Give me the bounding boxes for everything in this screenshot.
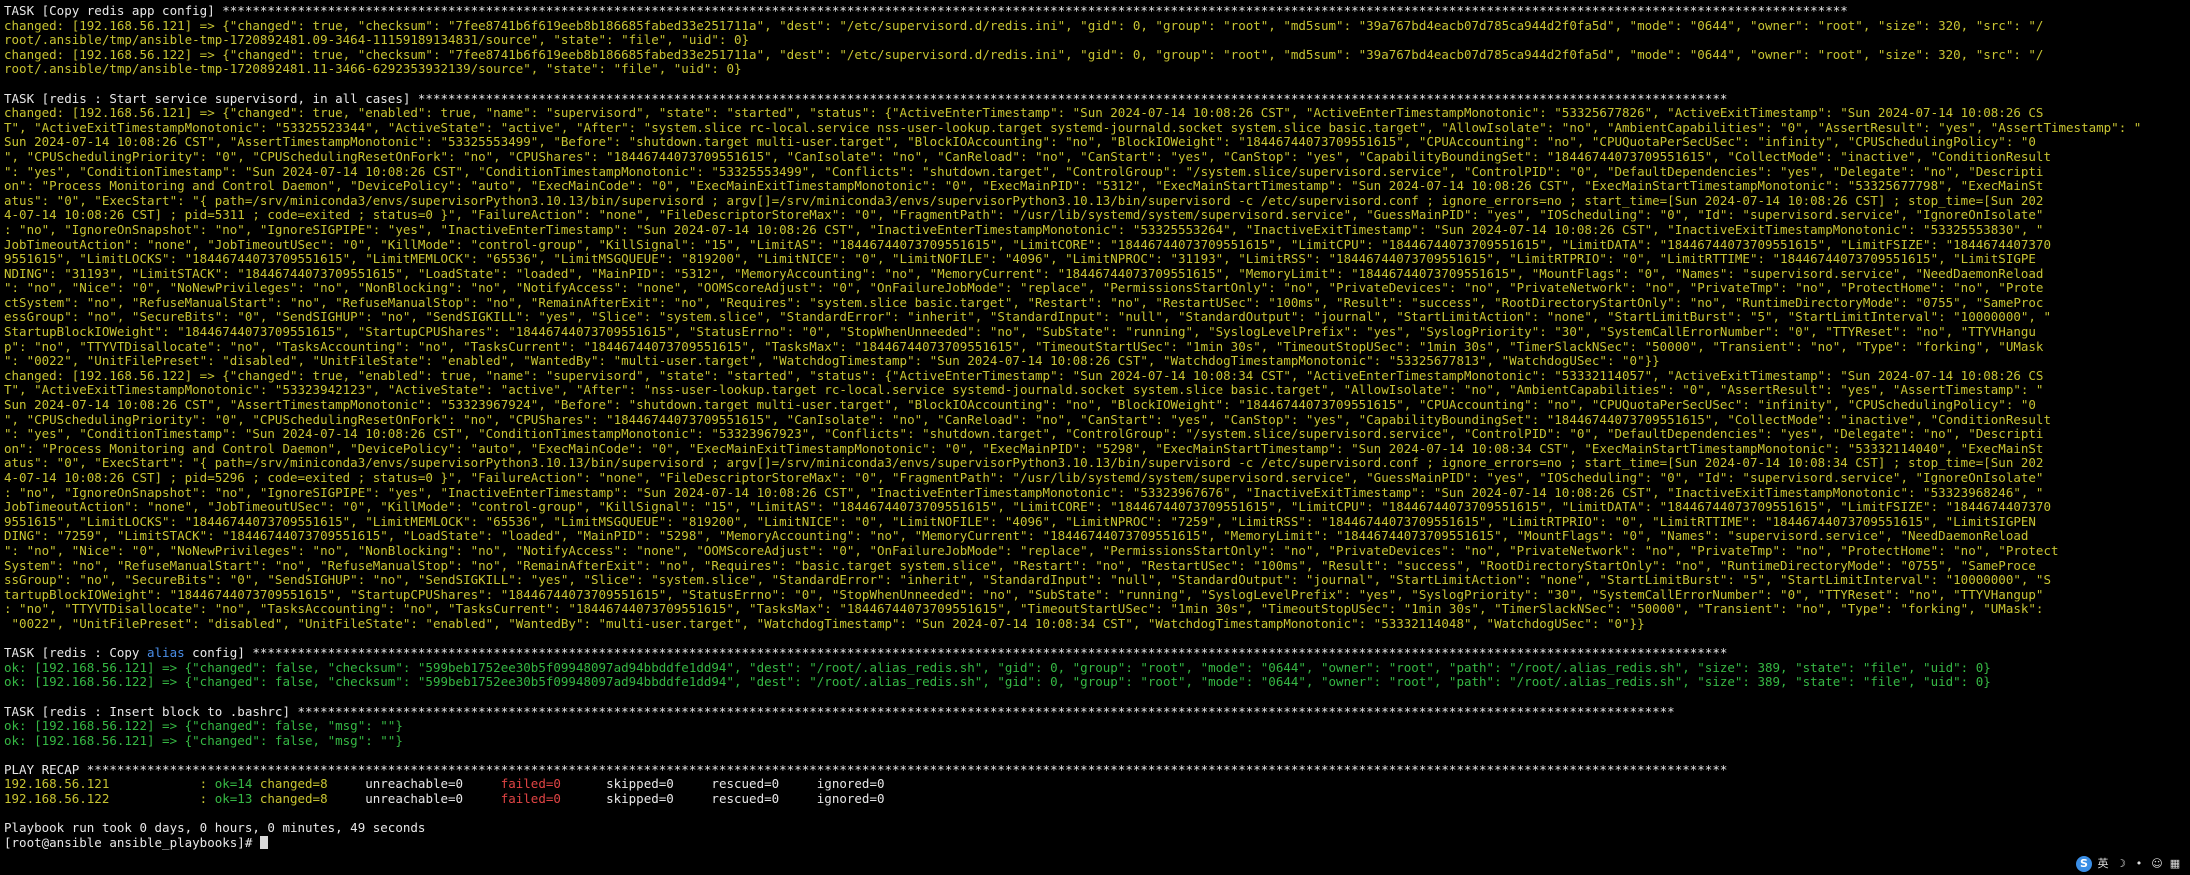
output-line: 9551615", "LimitLOCKS": "184467440737095… xyxy=(4,252,2036,267)
recap-ignored: ignored=0 xyxy=(816,777,885,792)
output-line: atus": "0", "ExecStart": "{ path=/srv/mi… xyxy=(4,193,2044,208)
output-line: ssGroup": "no", "SecureBits": "0", "Send… xyxy=(4,573,2051,588)
output-line: ", "CPUSchedulingPriority": "0", "CPUSch… xyxy=(4,149,2051,164)
output-line: : "no", "IgnoreOnSnapshot": "no", "Ignor… xyxy=(4,485,2044,500)
output-line: T", "ActiveExitTimestampMonotonic": "533… xyxy=(4,383,2044,398)
recap-row: 192.168.56.122 : ok=13 changed=8 unreach… xyxy=(4,792,2186,807)
output-line: TASK [redis : Insert block to .bashrc] *… xyxy=(4,704,1675,719)
output-line: JobTimeoutAction": "none", "JobTimeoutUS… xyxy=(4,237,2051,252)
recap-failed: failed=0 xyxy=(500,777,607,792)
output-line: changed: [192.168.56.121] => {"changed":… xyxy=(4,106,2044,121)
recap-unreachable: unreachable=0 xyxy=(365,777,501,792)
output-line: ": "0022", "UnitFilePreset": "disabled",… xyxy=(4,354,1660,369)
recap-row: 192.168.56.121 : ok=14 changed=8 unreach… xyxy=(4,777,2186,792)
terminal-output[interactable]: TASK [Copy redis app config] ***********… xyxy=(0,0,2190,875)
recap-changed: changed=8 xyxy=(259,777,366,792)
recap-host: 192.168.56.121 : xyxy=(4,777,215,792)
output-line: PLAY RECAP *****************************… xyxy=(4,762,1728,777)
terminal-lines: TASK [Copy redis app config] ***********… xyxy=(4,4,2186,777)
output-line: Sun 2024-07-14 10:08:26 CST", "AssertTim… xyxy=(4,398,2036,413)
output-line: ": "yes", "ConditionTimestamp": "Sun 202… xyxy=(4,427,2044,442)
ime-toolbar[interactable]: S 英 ☽ • ☺ ▦ xyxy=(2076,855,2182,873)
output-line: : "no", "TTYVTDisallocate": "no", "Tasks… xyxy=(4,602,2044,617)
recap-changed: changed=8 xyxy=(259,792,366,807)
grid-icon[interactable]: ▦ xyxy=(2168,857,2182,871)
output-line: tartupBlockIOWeight": "18446744073709551… xyxy=(4,587,2044,602)
play-recap-table: 192.168.56.121 : ok=14 changed=8 unreach… xyxy=(4,777,2186,806)
output-line: root/.ansible/tmp/ansible-tmp-1720892481… xyxy=(4,33,750,48)
output-line: TASK [redis : Start service supervisord,… xyxy=(4,91,1728,106)
recap-ok: ok=14 xyxy=(214,777,260,792)
moon-icon[interactable]: ☽ xyxy=(2114,857,2128,871)
output-line: DING": "7259", "LimitSTACK": "1844674407… xyxy=(4,529,2029,544)
output-line: atus": "0", "ExecStart": "{ path=/srv/mi… xyxy=(4,456,2044,471)
output-line: 9551615", "LimitLOCKS": "184467440737095… xyxy=(4,514,2036,529)
output-line: changed: [192.168.56.122] => {"changed":… xyxy=(4,368,2044,383)
output-line: ok: [192.168.56.121] => {"changed": fals… xyxy=(4,660,1991,675)
output-segment: TASK [redis : Copy xyxy=(4,646,147,661)
output-line: "0022", "UnitFilePreset": "disabled", "U… xyxy=(4,616,1645,631)
shell-prompt: [root@ansible ansible_playbooks]# xyxy=(4,835,260,850)
output-line: ", "CPUSchedulingPriority": "0", "CPUSch… xyxy=(4,412,2051,427)
output-line: Sun 2024-07-14 10:08:26 CST", "AssertTim… xyxy=(4,135,2036,150)
runtime-line: Playbook run took 0 days, 0 hours, 0 min… xyxy=(4,821,426,836)
output-line: ": "yes", "ConditionTimestamp": "Sun 202… xyxy=(4,164,2044,179)
output-line: ok: [192.168.56.122] => {"changed": fals… xyxy=(4,675,1991,690)
output-line: essGroup": "no", "SecureBits": "0", "Sen… xyxy=(4,310,2051,325)
sogou-logo-icon[interactable]: S xyxy=(2076,856,2092,872)
recap-skipped: skipped=0 xyxy=(606,777,712,792)
output-line: 4-07-14 10:08:26 CST] ; pid=5311 ; code=… xyxy=(4,208,2044,223)
text-cursor xyxy=(259,835,268,849)
prompt-line[interactable]: [root@ansible ansible_playbooks]# xyxy=(4,835,2186,851)
emoji-icon[interactable]: ☺ xyxy=(2150,857,2164,871)
output-line: ok: [192.168.56.122] => {"changed": fals… xyxy=(4,719,403,734)
output-line: p": "no", "TTYVTDisallocate": "no", "Tas… xyxy=(4,339,2044,354)
output-line: changed: [192.168.56.121] => {"changed":… xyxy=(4,18,2044,33)
recap-rescued: rescued=0 xyxy=(711,792,817,807)
recap-ok: ok=13 xyxy=(214,792,260,807)
output-line: ok: [192.168.56.121] => {"changed": fals… xyxy=(4,733,403,748)
recap-rescued: rescued=0 xyxy=(711,777,817,792)
output-line: TASK [redis : Copy alias config] *******… xyxy=(4,646,2186,661)
output-line: 4-07-14 10:08:26 CST] ; pid=5296 ; code=… xyxy=(4,471,2044,485)
language-toggle[interactable]: 英 xyxy=(2096,857,2110,871)
recap-host: 192.168.56.122 : xyxy=(4,792,215,807)
output-line: T", "ActiveExitTimestampMonotonic": "533… xyxy=(4,120,2142,135)
output-line: System": "no", "RefuseManualStart": "no"… xyxy=(4,558,2036,573)
output-segment: alias xyxy=(147,646,185,661)
output-segment: config] ********************************… xyxy=(184,646,1728,661)
output-line: ctSystem": "no", "RefuseManualStart": "n… xyxy=(4,295,2044,310)
recap-failed: failed=0 xyxy=(500,792,607,807)
dot-icon[interactable]: • xyxy=(2132,857,2146,871)
recap-skipped: skipped=0 xyxy=(606,792,712,807)
output-line: JobTimeoutAction": "none", "JobTimeoutUS… xyxy=(4,500,2051,515)
output-line: TASK [Copy redis app config] ***********… xyxy=(4,4,1848,18)
output-line: ": "no", "Nice": "0", "NoNewPrivileges":… xyxy=(4,281,2044,296)
output-line: changed: [192.168.56.122] => {"changed":… xyxy=(4,47,2044,62)
output-line: StartupBlockIOWeight": "1844674407370955… xyxy=(4,325,2036,340)
output-line: : "no", "IgnoreOnSnapshot": "no", "Ignor… xyxy=(4,222,2044,237)
output-line: on": "Process Monitoring and Control Dae… xyxy=(4,179,2044,194)
recap-unreachable: unreachable=0 xyxy=(365,792,501,807)
output-line: ": "no", "Nice": "0", "NoNewPrivileges":… xyxy=(4,543,2059,558)
recap-ignored: ignored=0 xyxy=(816,792,885,807)
output-line: NDING": "31193", "LimitSTACK": "18446744… xyxy=(4,266,2044,281)
output-line: on": "Process Monitoring and Control Dae… xyxy=(4,441,2044,456)
output-line: root/.ansible/tmp/ansible-tmp-1720892481… xyxy=(4,62,742,77)
